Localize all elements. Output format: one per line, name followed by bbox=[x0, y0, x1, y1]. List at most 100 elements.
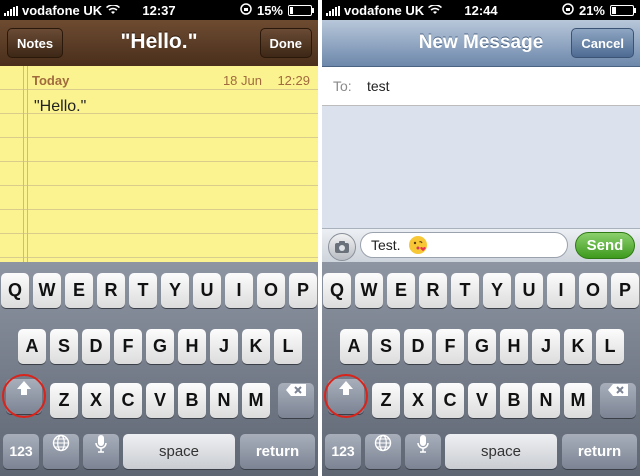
status-bar: vodafone UK 12:44 21% bbox=[322, 0, 640, 20]
cancel-button[interactable]: Cancel bbox=[571, 28, 634, 58]
key-l[interactable]: L bbox=[274, 329, 302, 364]
key-u[interactable]: U bbox=[515, 273, 543, 308]
key-d[interactable]: D bbox=[404, 329, 432, 364]
key-o[interactable]: O bbox=[257, 273, 285, 308]
key-y[interactable]: Y bbox=[483, 273, 511, 308]
key-q[interactable]: Q bbox=[1, 273, 29, 308]
messages-screen: vodafone UK 12:44 21% New Message Cancel… bbox=[322, 0, 640, 476]
conversation-area bbox=[322, 106, 640, 228]
key-g[interactable]: G bbox=[146, 329, 174, 364]
globe-key[interactable] bbox=[365, 434, 401, 469]
key-w[interactable]: W bbox=[33, 273, 61, 308]
key-o[interactable]: O bbox=[579, 273, 607, 308]
key-e[interactable]: E bbox=[387, 273, 415, 308]
key-i[interactable]: I bbox=[225, 273, 253, 308]
shift-key[interactable] bbox=[6, 379, 42, 414]
key-t[interactable]: T bbox=[451, 273, 479, 308]
key-u[interactable]: U bbox=[193, 273, 221, 308]
key-p[interactable]: P bbox=[289, 273, 317, 308]
numbers-key[interactable]: 123 bbox=[325, 434, 361, 469]
kiss-emoji-icon bbox=[409, 236, 427, 254]
key-j[interactable]: J bbox=[210, 329, 238, 364]
rotation-lock-icon bbox=[562, 3, 574, 18]
key-s[interactable]: S bbox=[50, 329, 78, 364]
delete-key[interactable] bbox=[278, 383, 314, 418]
key-p[interactable]: P bbox=[611, 273, 639, 308]
camera-button[interactable] bbox=[328, 233, 356, 261]
key-x[interactable]: X bbox=[404, 383, 432, 418]
key-y[interactable]: Y bbox=[161, 273, 189, 308]
key-c[interactable]: C bbox=[114, 383, 142, 418]
key-a[interactable]: A bbox=[340, 329, 368, 364]
rotation-lock-icon bbox=[240, 3, 252, 18]
space-key[interactable]: space bbox=[445, 434, 557, 469]
battery-percent: 15% bbox=[256, 3, 283, 18]
message-text: Test. bbox=[371, 237, 401, 253]
messages-navbar: New Message Cancel bbox=[322, 20, 640, 67]
key-m[interactable]: M bbox=[564, 383, 592, 418]
return-key[interactable]: return bbox=[240, 434, 315, 469]
key-k[interactable]: K bbox=[564, 329, 592, 364]
key-z[interactable]: Z bbox=[372, 383, 400, 418]
note-paper[interactable]: Today 18 Jun 12:29 "Hello." bbox=[0, 66, 318, 262]
note-date: 18 Jun bbox=[222, 73, 262, 88]
dictation-key[interactable] bbox=[83, 434, 119, 469]
battery-percent: 21% bbox=[578, 3, 605, 18]
key-m[interactable]: M bbox=[242, 383, 270, 418]
backspace-icon bbox=[608, 384, 628, 396]
done-button[interactable]: Done bbox=[259, 28, 312, 58]
notes-screen: vodafone UK 12:37 15% Notes "Hello." Don… bbox=[0, 0, 318, 476]
key-g[interactable]: G bbox=[468, 329, 496, 364]
key-h[interactable]: H bbox=[178, 329, 206, 364]
delete-key[interactable] bbox=[600, 383, 636, 418]
key-q[interactable]: Q bbox=[323, 273, 351, 308]
key-d[interactable]: D bbox=[82, 329, 110, 364]
key-l[interactable]: L bbox=[596, 329, 624, 364]
recipient-row[interactable]: To: test bbox=[322, 67, 640, 106]
microphone-icon bbox=[417, 435, 429, 453]
globe-key[interactable] bbox=[43, 434, 79, 469]
key-w[interactable]: W bbox=[355, 273, 383, 308]
key-v[interactable]: V bbox=[468, 383, 496, 418]
margin-line bbox=[23, 66, 28, 262]
key-i[interactable]: I bbox=[547, 273, 575, 308]
message-input[interactable]: Test. bbox=[360, 232, 568, 258]
key-v[interactable]: V bbox=[146, 383, 174, 418]
globe-icon bbox=[374, 434, 392, 452]
note-day: Today bbox=[32, 73, 70, 88]
key-f[interactable]: F bbox=[436, 329, 464, 364]
key-c[interactable]: C bbox=[436, 383, 464, 418]
return-key[interactable]: return bbox=[562, 434, 637, 469]
compose-bar: Test. Send bbox=[322, 228, 640, 263]
recipient-field[interactable]: test bbox=[367, 78, 390, 94]
note-time: 12:29 bbox=[277, 73, 310, 88]
key-z[interactable]: Z bbox=[50, 383, 78, 418]
key-f[interactable]: F bbox=[114, 329, 142, 364]
notes-navbar: Notes "Hello." Done bbox=[0, 20, 318, 67]
key-b[interactable]: B bbox=[500, 383, 528, 418]
shift-arrow-icon bbox=[339, 381, 353, 395]
shift-arrow-icon bbox=[17, 381, 31, 395]
send-button[interactable]: Send bbox=[575, 232, 635, 259]
dictation-key[interactable] bbox=[405, 434, 441, 469]
key-k[interactable]: K bbox=[242, 329, 270, 364]
key-x[interactable]: X bbox=[82, 383, 110, 418]
key-s[interactable]: S bbox=[372, 329, 400, 364]
key-r[interactable]: R bbox=[419, 273, 447, 308]
key-b[interactable]: B bbox=[178, 383, 206, 418]
key-h[interactable]: H bbox=[500, 329, 528, 364]
key-n[interactable]: N bbox=[532, 383, 560, 418]
shift-key[interactable] bbox=[328, 379, 364, 414]
keyboard: Q W E R T Y U I O P A S D F G H J K L Z … bbox=[0, 262, 318, 476]
key-e[interactable]: E bbox=[65, 273, 93, 308]
key-a[interactable]: A bbox=[18, 329, 46, 364]
microphone-icon bbox=[95, 435, 107, 453]
key-t[interactable]: T bbox=[129, 273, 157, 308]
numbers-key[interactable]: 123 bbox=[3, 434, 39, 469]
note-body[interactable]: "Hello." bbox=[34, 98, 86, 116]
key-n[interactable]: N bbox=[210, 383, 238, 418]
key-r[interactable]: R bbox=[97, 273, 125, 308]
space-key[interactable]: space bbox=[123, 434, 235, 469]
battery-icon bbox=[288, 5, 314, 16]
key-j[interactable]: J bbox=[532, 329, 560, 364]
